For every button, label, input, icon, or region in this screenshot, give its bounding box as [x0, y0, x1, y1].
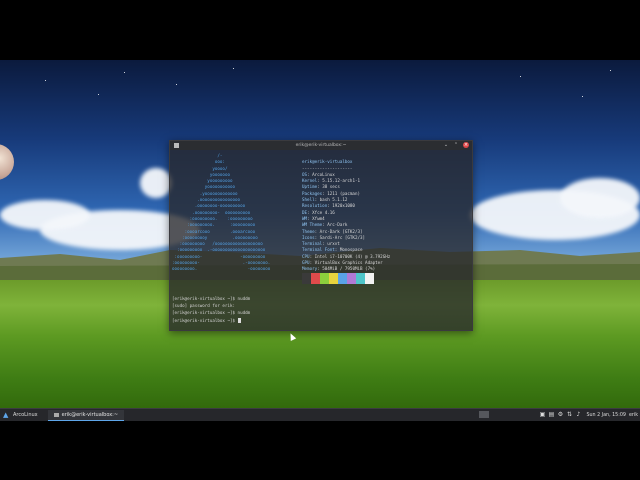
menu-label: ArcoLinux [13, 412, 38, 418]
neofetch-info: erik@erik-virtualbox -------------------… [302, 159, 391, 272]
terminal-icon [53, 412, 59, 417]
username-label[interactable]: erik [629, 413, 638, 418]
command-line: [erik@erik-virtualbox ~]$ nuddm [172, 296, 251, 301]
arcolinux-logo-icon: ▲ [3, 410, 9, 419]
palette-swatch [356, 273, 365, 284]
window-titlebar[interactable]: erik@erik-virtualbox:~ ⌄ ⌃ × [170, 141, 472, 150]
terminal-window[interactable]: erik@erik-virtualbox:~ ⌄ ⌃ × /- ooo: yoo… [169, 140, 473, 331]
palette-swatch [302, 273, 311, 284]
screen-icon[interactable]: ▣ [539, 412, 546, 418]
settings-icon[interactable]: ⚙ [557, 412, 563, 418]
palette-swatch [365, 273, 374, 284]
terminal-content[interactable]: /- ooo: yoooo/ yooooooo yooooooooo yoooo… [170, 150, 472, 330]
bottom-panel: ▲ ArcoLinux erik@erik-virtualbox:~ ▣ ▤ ⚙… [0, 408, 640, 421]
system-tray: ▣ ▤ ⚙ ⇅ ♪ Sun 2 Jan, 15:09 erik [539, 410, 638, 420]
close-button[interactable]: × [463, 142, 469, 148]
palette-swatch [347, 273, 356, 284]
clock[interactable]: Sun 2 Jan, 15:09 [586, 413, 626, 418]
color-palette [302, 273, 374, 284]
taskbar-item-label: erik@erik-virtualbox:~ [61, 411, 119, 418]
palette-swatch [338, 273, 347, 284]
palette-swatch [320, 273, 329, 284]
prompt-line[interactable]: [erik@erik-virtualbox ~]$ [172, 318, 238, 323]
show-desktop-button[interactable] [479, 411, 489, 418]
volume-icon[interactable]: ♪ [575, 412, 581, 418]
neofetch-separator: -------------------- [302, 165, 353, 171]
palette-swatch [311, 273, 320, 284]
command-line: [sudo] password for erik: [172, 303, 236, 309]
maximize-button[interactable]: ⌃ [453, 142, 459, 148]
clipboard-icon[interactable]: ▤ [548, 412, 555, 418]
palette-swatch [329, 273, 338, 284]
minimize-button[interactable]: ⌄ [443, 142, 449, 148]
command-line: [erik@erik-virtualbox ~]$ nuddm [172, 310, 251, 316]
command-history: [erik@erik-virtualbox ~]$ nuddm [sudo] p… [172, 295, 250, 324]
arcolinux-ascii-logo: /- ooo: yoooo/ yooooooo yooooooooo yoooo… [172, 153, 271, 272]
neofetch-header: erik@erik-virtualbox [302, 159, 353, 165]
window-title: erik@erik-virtualbox:~ [295, 143, 347, 148]
whisker-menu-button[interactable]: ▲ ArcoLinux [3, 410, 38, 419]
network-icon[interactable]: ⇅ [566, 412, 572, 418]
taskbar-item-terminal[interactable]: erik@erik-virtualbox:~ [47, 409, 125, 421]
text-cursor [237, 318, 241, 324]
